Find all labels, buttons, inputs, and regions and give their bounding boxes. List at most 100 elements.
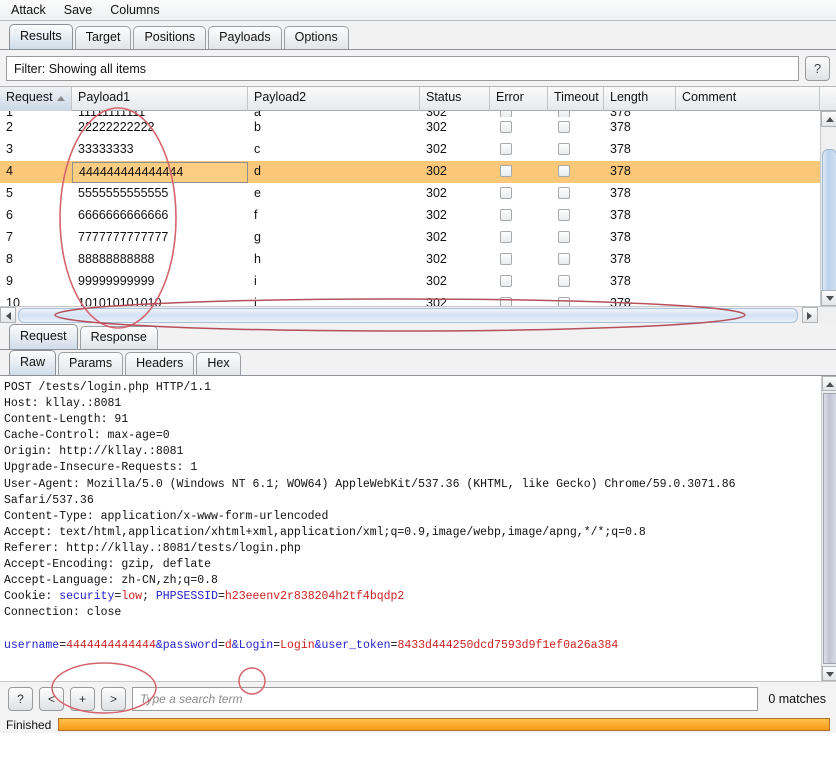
filter-input[interactable]: Filter: Showing all items [6,56,799,81]
cell-error[interactable] [490,139,548,161]
table-row[interactable]: 9 99999999999 i 302 378 [0,271,820,293]
cell-error[interactable] [490,293,548,306]
checkbox-icon[interactable] [558,187,570,199]
table-horizontal-scrollbar[interactable] [0,306,836,323]
checkbox-icon[interactable] [500,231,512,243]
scroll-left-icon[interactable] [0,307,16,323]
table-row[interactable]: 10 101010101010 j 302 378 [0,293,820,306]
table-row[interactable]: 5 5555555555555 e 302 378 [0,183,820,205]
menu-item-save[interactable]: Save [61,2,96,18]
column-header-length[interactable]: Length [604,87,676,111]
column-header-comment[interactable]: Comment [676,87,820,111]
help-button[interactable]: ? [8,687,33,711]
cell-length: 378 [610,230,631,244]
column-header-payload1[interactable]: Payload1 [72,87,248,111]
request-vertical-scrollbar[interactable] [821,376,836,681]
column-header-status[interactable]: Status [420,87,490,111]
checkbox-icon[interactable] [500,275,512,287]
table-row[interactable]: 7 7777777777777 g 302 378 [0,227,820,249]
tab-response[interactable]: Response [79,326,158,349]
checkbox-icon[interactable] [500,143,512,155]
cell-timeout[interactable] [548,161,604,183]
cell-payload2: d [254,164,261,178]
column-header-label: Payload2 [254,90,307,104]
search-input[interactable]: Type a search term [132,687,759,711]
table-row[interactable]: 6 6666666666666 f 302 378 [0,205,820,227]
cell-error[interactable] [490,249,548,271]
menu-item-attack[interactable]: Attack [8,2,49,18]
checkbox-icon[interactable] [500,121,512,133]
cell-comment [676,161,820,183]
horizontal-scroll-thumb[interactable] [18,308,798,323]
search-next-button[interactable]: > [101,687,126,711]
checkbox-icon[interactable] [500,297,512,306]
checkbox-icon[interactable] [558,121,570,133]
cell-timeout[interactable] [548,205,604,227]
checkbox-icon[interactable] [558,275,570,287]
tab-hex[interactable]: Hex [196,352,241,375]
cell-timeout[interactable] [548,271,604,293]
tab-raw[interactable]: Raw [9,350,57,375]
cell-error[interactable] [490,183,548,205]
checkbox-icon[interactable] [500,209,512,221]
cell-status: 302 [426,252,447,266]
cell-error[interactable] [490,271,548,293]
table-row[interactable]: 4 444444444444444 d 302 378 [0,161,820,183]
tab-headers[interactable]: Headers [125,352,195,375]
tab-target[interactable]: Target [74,26,132,49]
table-vertical-scrollbar[interactable] [820,111,836,306]
column-header-error[interactable]: Error [490,87,548,111]
checkbox-icon[interactable] [558,297,570,306]
header-param-name: PHPSESSID [155,590,218,604]
cell-payload1: 33333333 [78,142,134,156]
column-header-timeout[interactable]: Timeout [548,87,604,111]
checkbox-icon[interactable] [558,209,570,221]
tab-payloads[interactable]: Payloads [208,26,282,49]
column-header-payload2[interactable]: Payload2 [248,87,420,111]
cell-timeout[interactable] [548,117,604,139]
table-row[interactable]: 3 33333333 c 302 378 [0,139,820,161]
cell-payload2: c [254,142,261,156]
scroll-down-icon[interactable] [821,290,836,306]
checkbox-icon[interactable] [558,253,570,265]
tab-results[interactable]: Results [9,24,73,49]
request-scroll-thumb[interactable] [823,393,836,664]
checkbox-icon[interactable] [500,253,512,265]
column-header-request[interactable]: Request [0,87,72,111]
request-scroll-up-icon[interactable] [822,376,836,391]
cell-error[interactable] [490,227,548,249]
tab-positions[interactable]: Positions [133,26,207,49]
filter-help-icon[interactable]: ? [805,56,830,81]
search-prev-button[interactable]: < [39,687,64,711]
request-raw-text[interactable]: POST /tests/login.php HTTP/1.1 Host: kll… [0,376,821,681]
request-scroll-down-icon[interactable] [822,666,836,681]
cell-timeout[interactable] [548,249,604,271]
scroll-right-icon[interactable] [802,307,818,323]
body-param-name: Login [238,638,274,652]
table-row[interactable]: 8 88888888888 h 302 378 [0,249,820,271]
tab-params[interactable]: Params [58,352,124,375]
table-row[interactable]: 2 22222222222 b 302 378 [0,117,820,139]
cell-request: 7 [6,230,13,244]
cell-error[interactable] [490,205,548,227]
search-add-button[interactable]: + [70,687,95,711]
cell-payload1: 7777777777777 [78,230,169,244]
cell-comment [676,271,820,293]
tab-options[interactable]: Options [283,26,349,49]
checkbox-icon[interactable] [558,165,570,177]
checkbox-icon[interactable] [558,231,570,243]
cell-length: 378 [610,120,631,134]
cell-timeout[interactable] [548,293,604,306]
scroll-up-icon[interactable] [821,111,836,127]
cell-timeout[interactable] [548,227,604,249]
vertical-scroll-thumb[interactable] [822,149,836,296]
cell-timeout[interactable] [548,183,604,205]
cell-error[interactable] [490,161,548,183]
checkbox-icon[interactable] [500,187,512,199]
cell-timeout[interactable] [548,139,604,161]
checkbox-icon[interactable] [558,143,570,155]
cell-error[interactable] [490,117,548,139]
tab-request[interactable]: Request [9,324,78,349]
menu-item-columns[interactable]: Columns [107,2,162,18]
checkbox-icon[interactable] [500,165,512,177]
